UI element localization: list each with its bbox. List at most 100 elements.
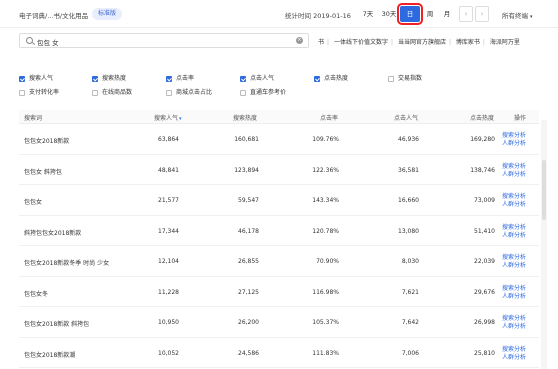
clear-icon[interactable]: ×: [296, 37, 303, 44]
cell-search-pop: 48,841: [158, 166, 179, 174]
table-row: 包包女2018新款冬季 时尚 少女 12,104 26,855 70.90% 8…: [19, 246, 539, 277]
search-analysis-link[interactable]: 搜索分析: [502, 193, 526, 201]
scrollbar-thumb[interactable]: [542, 160, 546, 220]
crowd-analysis-link[interactable]: 人群分析: [502, 140, 526, 148]
checkbox-label: 点击率: [176, 75, 195, 82]
search-analysis-link[interactable]: 搜索分析: [502, 315, 526, 323]
cell-search-heat: 160,681: [234, 136, 259, 143]
breadcrumb[interactable]: 电子词典/...书/文化用品: [19, 10, 88, 20]
checkbox-search-pop[interactable]: 搜索人气: [19, 73, 53, 82]
checkbox-icon: [19, 75, 25, 82]
period-day-button[interactable]: 日: [397, 3, 423, 25]
terminal-select-label: 所有终端: [502, 12, 528, 20]
crowd-analysis-link[interactable]: 人群分析: [502, 354, 526, 362]
table-row: 包包女 斜挎包 48,841 123,894 122.36% 36,581 13…: [19, 155, 539, 185]
crowd-analysis-link[interactable]: 人群分析: [502, 293, 526, 301]
crowd-analysis-link[interactable]: 人群分析: [502, 171, 526, 179]
tag-item[interactable]: 海派阿万里: [490, 39, 520, 46]
checkbox-icon: [240, 89, 246, 96]
checkbox-icon: [166, 75, 172, 82]
col-search-pop[interactable]: 搜索人气▾: [154, 113, 182, 122]
cell-search-heat: 59,547: [238, 197, 259, 204]
search-analysis-link[interactable]: 搜索分析: [502, 254, 526, 262]
cell-click-heat: 138,746: [470, 166, 495, 174]
search-analysis-link[interactable]: 搜索分析: [502, 285, 526, 293]
search-analysis-link[interactable]: 搜索分析: [502, 132, 526, 140]
cell-click-heat: 169,280: [470, 136, 495, 143]
cell-keyword: 包包女: [24, 199, 43, 206]
checkbox-icon: [314, 75, 320, 82]
cell-click-pop: 46,936: [398, 136, 419, 143]
checkbox-trade-index[interactable]: 交易指数: [388, 73, 422, 82]
table-header: 搜索词 搜索人气▾ 搜索热度 点击率 点击人气 点击热度 操作: [19, 110, 539, 124]
checkbox-label: 交易指数: [398, 75, 423, 82]
cell-keyword: 包包女2018新款 斜挎包: [24, 321, 90, 328]
checkbox-online-items[interactable]: 在线商品数: [92, 87, 132, 96]
scrollbar-track[interactable]: [541, 120, 547, 369]
col-action: 操作: [514, 115, 527, 122]
crowd-analysis-link[interactable]: 人群分析: [502, 262, 526, 270]
tag-item[interactable]: 一体线下价值文数字: [334, 39, 388, 46]
cell-click-heat: 29,676: [474, 288, 495, 296]
sort-desc-icon: ▾: [179, 116, 182, 122]
table-row: 包包女2018新款潮 10,052 24,586 111.83% 7,006 2…: [19, 338, 539, 368]
tag-item[interactable]: 当当网官方旗舰店: [398, 39, 446, 46]
col-click-heat[interactable]: 点击热度: [470, 113, 494, 122]
table-row: 斜挎包包女2018新款 17,344 46,178 120.78% 13,080…: [19, 216, 539, 246]
checkbox-search-heat[interactable]: 搜索热度: [92, 73, 126, 82]
cell-click-heat: 73,009: [474, 197, 495, 204]
period-30d-button[interactable]: 30天: [380, 6, 398, 22]
checkbox-label: 搜索人气: [29, 75, 54, 82]
crowd-analysis-link[interactable]: 人群分析: [502, 323, 526, 331]
period-week-button[interactable]: 周: [423, 6, 437, 22]
checkbox-icon: [166, 89, 172, 96]
search-analysis-link[interactable]: 搜索分析: [502, 346, 526, 354]
checkbox-label: 在线商品数: [102, 89, 133, 96]
cell-click-pop: 8,030: [401, 258, 419, 265]
table-row: 包包女2018新款 63,864 160,681 109.76% 46,936 …: [19, 124, 539, 155]
cell-ctr: 111.83%: [312, 349, 339, 357]
col-click-pop[interactable]: 点击人气: [394, 113, 418, 122]
crowd-analysis-link[interactable]: 人群分析: [502, 201, 526, 209]
cell-search-pop: 10,052: [158, 349, 179, 357]
cell-search-heat: 46,178: [238, 227, 259, 235]
cell-search-pop: 12,104: [158, 258, 179, 265]
checkbox-ad-price[interactable]: 直通车参考价: [240, 87, 286, 96]
related-tags: 书 | 一体线下价值文数字 | 当当网官方旗舰店 | 博库家书 | 海派阿万里: [318, 39, 520, 46]
checkbox-icon: [92, 89, 98, 96]
col-ctr[interactable]: 点击率: [320, 113, 338, 122]
tag-item[interactable]: 博库家书: [456, 39, 480, 46]
cell-keyword: 斜挎包包女2018新款: [24, 229, 82, 237]
cell-ctr: 109.76%: [312, 136, 339, 143]
cell-click-pop: 7,006: [401, 349, 419, 357]
prev-date-button[interactable]: ‹: [459, 6, 473, 22]
crowd-analysis-link[interactable]: 人群分析: [502, 232, 526, 240]
checkbox-mall-click-share[interactable]: 商城点击占比: [166, 87, 212, 96]
checkbox-click-pop[interactable]: 点击人气: [240, 73, 274, 82]
cell-search-heat: 27,125: [238, 288, 259, 296]
cell-search-pop: 21,577: [158, 197, 179, 204]
tag-item[interactable]: 书: [318, 39, 324, 46]
checkbox-click-heat[interactable]: 点击热度: [314, 73, 348, 82]
stat-time: 统计时间 2019-01-16: [285, 12, 351, 20]
period-7d-button[interactable]: 7天: [360, 6, 376, 22]
search-analysis-link[interactable]: 搜索分析: [502, 224, 526, 232]
checkbox-label: 支付转化率: [29, 89, 60, 96]
cell-click-pop: 16,660: [398, 197, 419, 204]
table-row: 包包女冬 11,228 27,125 116.98% 7,621 29,676 …: [19, 277, 539, 307]
col-keyword: 搜索词: [24, 115, 43, 122]
search-analysis-link[interactable]: 搜索分析: [502, 163, 526, 171]
cell-click-pop: 36,581: [398, 166, 419, 174]
col-search-heat[interactable]: 搜索热度: [233, 113, 257, 122]
search-input[interactable]: 包包 女 ×: [19, 33, 309, 48]
checkbox-icon: [92, 75, 98, 82]
checkbox-ctr[interactable]: 点击率: [166, 73, 194, 82]
checkbox-pay-conversion[interactable]: 支付转化率: [19, 87, 59, 96]
cell-ctr: 70.90%: [316, 258, 339, 265]
period-month-button[interactable]: 月: [440, 6, 454, 22]
search-value: 包包 女: [37, 39, 59, 47]
next-date-button[interactable]: ›: [475, 6, 489, 22]
chevron-down-icon: ▾: [530, 14, 533, 20]
cell-search-pop: 63,864: [158, 136, 179, 143]
terminal-select[interactable]: 所有终端 ▾: [502, 10, 533, 20]
